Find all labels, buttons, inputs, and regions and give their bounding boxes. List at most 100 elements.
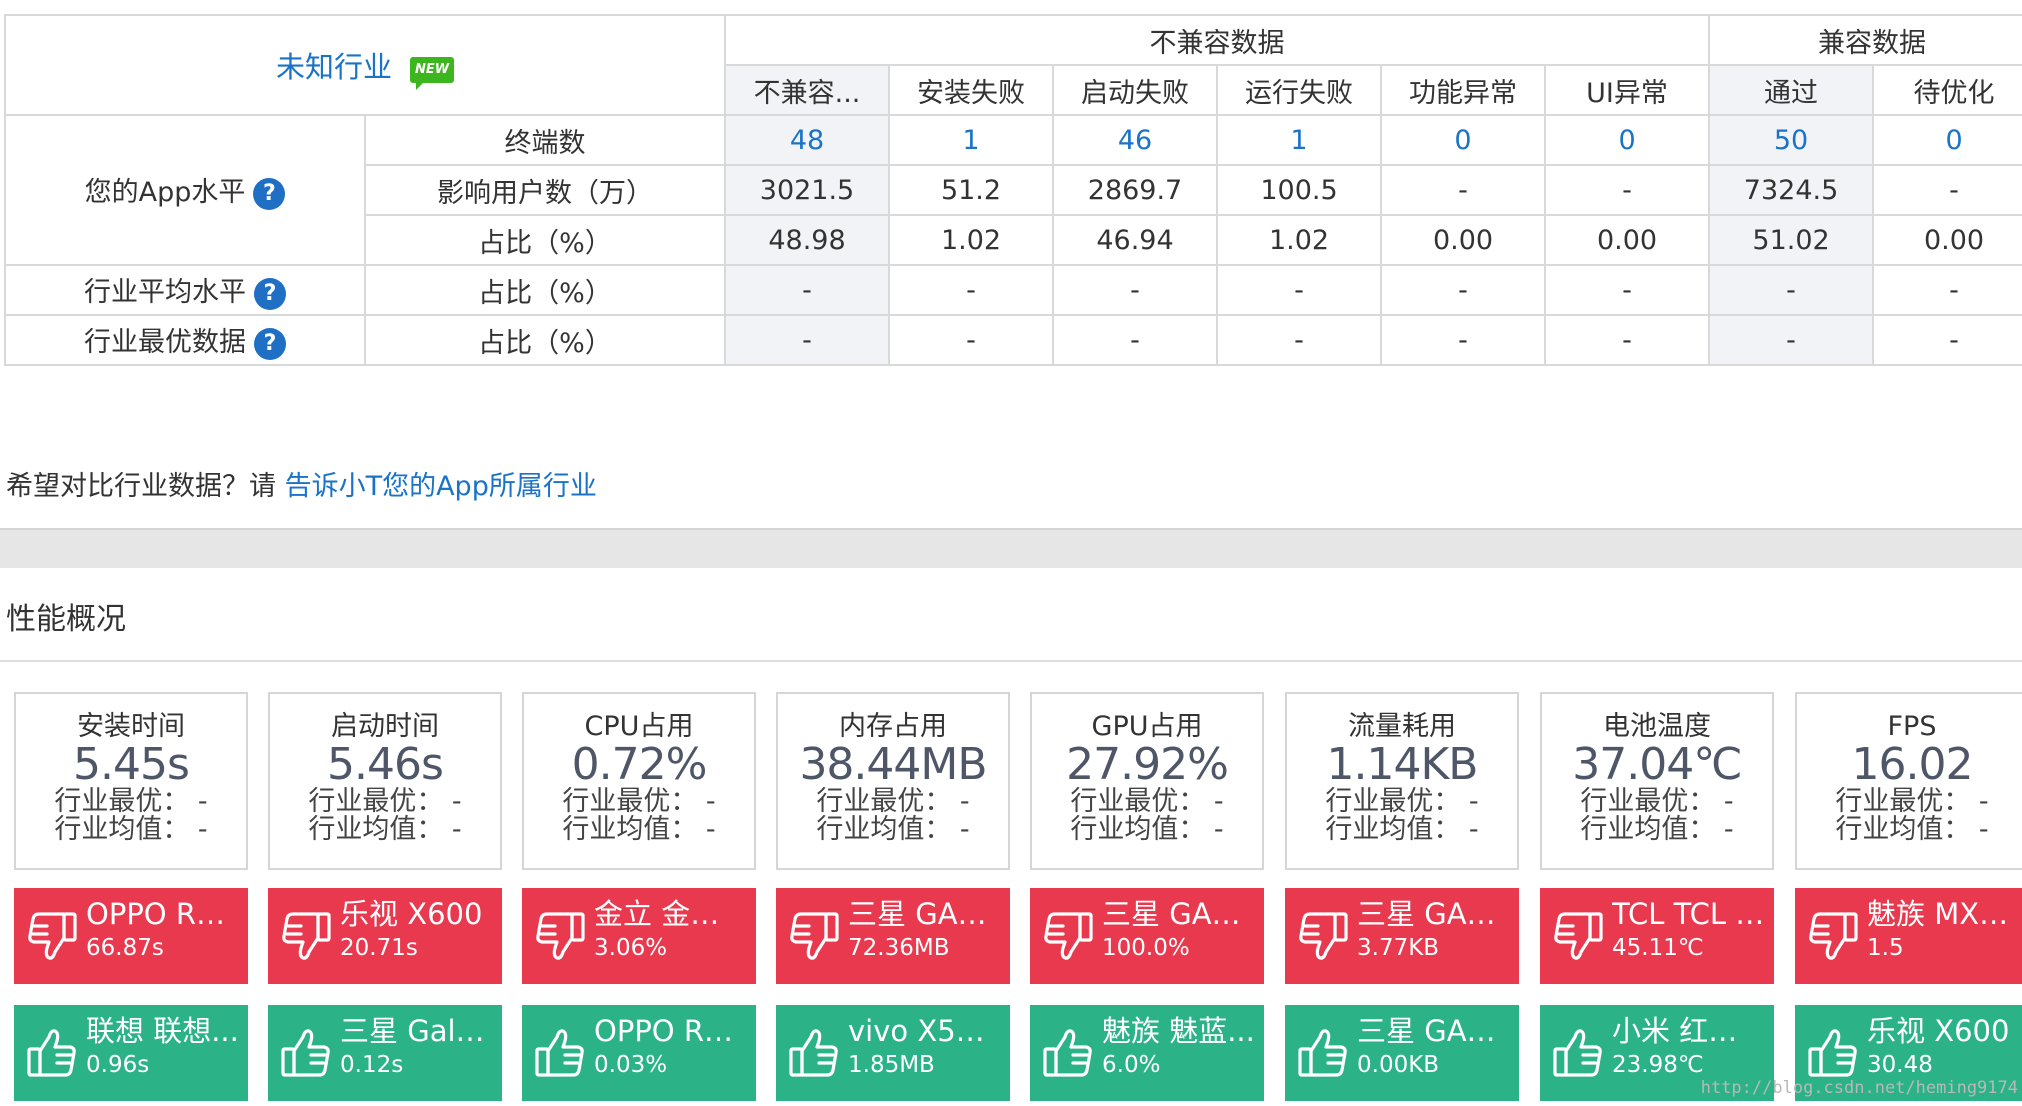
col-header[interactable]: 运行失败: [1216, 64, 1383, 116]
worst-device-tile[interactable]: 乐视 X600 20.71s: [268, 888, 502, 984]
metric-name: GPU占用: [1091, 711, 1203, 742]
table-cell: 0.00: [1872, 214, 2022, 266]
table-cell: -: [1052, 314, 1219, 366]
terminal-count-link[interactable]: 50: [1708, 114, 1875, 166]
terminal-count-link[interactable]: 1: [888, 114, 1055, 166]
industry-avg-row: 行业均值： -: [1287, 816, 1517, 844]
worst-device-tile[interactable]: 三星 GALA... 3.77KB: [1285, 888, 1519, 984]
industry-link[interactable]: 未知行业: [276, 50, 392, 84]
thumbs-up-icon: [278, 1025, 334, 1081]
metric-card[interactable]: 电池温度 37.04℃ 行业最优： - 行业均值： -: [1540, 692, 1774, 870]
best-device-tile[interactable]: OPPO R7P... 0.03%: [522, 1005, 756, 1101]
metric-value: 5.45s: [73, 739, 190, 790]
metric-value: 0.72%: [571, 739, 708, 790]
industry-avg-row: 行业均值： -: [1542, 816, 1772, 844]
industry-avg-value: -: [705, 814, 716, 845]
metric-card[interactable]: 内存占用 38.44MB 行业最优： - 行业均值： -: [776, 692, 1010, 870]
row-label: 占比（%）: [363, 314, 727, 366]
industry-avg-value: -: [1723, 814, 1734, 845]
industry-avg-label: 行业均值：: [54, 814, 190, 845]
metric-card[interactable]: 启动时间 5.46s 行业最优： - 行业均值： -: [268, 692, 502, 870]
metric-value: 1.14KB: [1326, 739, 1478, 790]
col-header[interactable]: 安装失败: [888, 64, 1055, 116]
device-value: 23.98℃: [1612, 1052, 1704, 1078]
device-value: 72.36MB: [848, 935, 950, 961]
device-value: 100.0%: [1102, 935, 1190, 961]
your-level-cell: 您的App水平?: [4, 114, 366, 266]
best-device-tile[interactable]: 魅族 魅蓝... 6.0%: [1030, 1005, 1264, 1101]
industry-avg-value: -: [959, 814, 970, 845]
question-circle-icon[interactable]: ?: [253, 177, 286, 210]
industry-best-label: 行业最优：: [1835, 786, 1971, 817]
col-header[interactable]: 通过: [1708, 64, 1875, 116]
worst-device-tile[interactable]: OPPO R1S... 66.87s: [14, 888, 248, 984]
col-header[interactable]: 启动失败: [1052, 64, 1219, 116]
terminal-count-link[interactable]: 0: [1380, 114, 1547, 166]
industry-avg-row: 行业均值： -: [270, 816, 500, 844]
set-industry-link[interactable]: 告诉小T您的App所属行业: [285, 471, 597, 502]
terminal-count-link[interactable]: 48: [724, 114, 891, 166]
best-device-tile[interactable]: 三星 GALA... 0.00KB: [1285, 1005, 1519, 1101]
question-circle-icon[interactable]: ?: [254, 327, 286, 360]
table-cell: -: [1380, 164, 1547, 216]
industry-avg-label: 行业均值：: [1580, 814, 1716, 845]
terminal-count-link[interactable]: 1: [1216, 114, 1383, 166]
metric-card[interactable]: CPU占用 0.72% 行业最优： - 行业均值： -: [522, 692, 756, 870]
thumbs-up-icon: [786, 1025, 842, 1081]
worst-device-tile[interactable]: 金立 金立M... 3.06%: [522, 888, 756, 984]
table-cell: 100.5: [1216, 164, 1383, 216]
col-header[interactable]: 待优化: [1872, 64, 2022, 116]
question-circle-icon[interactable]: ?: [254, 277, 286, 310]
table-cell: 1.02: [888, 214, 1055, 266]
terminal-count-link[interactable]: 0: [1544, 114, 1711, 166]
metric-value: 16.02: [1851, 739, 1974, 790]
table-row: 行业最优数据? 占比（%） - - - - - - - -: [4, 314, 2022, 366]
metric-card[interactable]: GPU占用 27.92% 行业最优： - 行业均值： -: [1030, 692, 1264, 870]
industry-cell: 未知行业 NEW: [3, 14, 727, 116]
group-incompat-header: 不兼容数据: [724, 14, 1711, 66]
industry-avg-row: 行业均值： -: [778, 816, 1008, 844]
compare-prefix: 希望对比行业数据？请: [6, 471, 285, 502]
metric-value: 37.04℃: [1572, 739, 1742, 790]
metric-card[interactable]: 流量耗用 1.14KB 行业最优： - 行业均值： -: [1285, 692, 1519, 870]
industry-avg-label: 行业均值：: [1835, 814, 1971, 845]
divider: [0, 660, 2022, 662]
thumbs-down-icon: [1040, 908, 1096, 964]
device-name: 魅族 MX3(...: [1867, 897, 2021, 931]
best-device-tile[interactable]: vivo X5Ma... 1.85MB: [776, 1005, 1010, 1101]
perf-section-title: 性能概况: [6, 602, 126, 637]
thumbs-down-icon: [1550, 908, 1606, 964]
col-header[interactable]: 不兼容...: [724, 64, 891, 116]
metric-value: 5.46s: [327, 739, 444, 790]
metric-value: 27.92%: [1066, 739, 1229, 790]
worst-device-tile[interactable]: TCL TCL id... 45.11℃: [1540, 888, 1774, 984]
thumbs-down-icon: [24, 908, 80, 964]
table-cell: -: [1872, 164, 2022, 216]
table-cell: -: [1708, 264, 1875, 316]
thumbs-up-icon: [532, 1025, 588, 1081]
col-header[interactable]: UI异常: [1544, 64, 1711, 116]
industry-best-label: 行业最优：: [1325, 786, 1461, 817]
device-name: TCL TCL id...: [1612, 897, 1766, 931]
terminal-count-link[interactable]: 0: [1872, 114, 2022, 166]
metric-card[interactable]: FPS 16.02 行业最优： - 行业均值： -: [1795, 692, 2022, 870]
industry-avg-value: -: [1978, 814, 1989, 845]
industry-best-row: 行业最优： -: [270, 788, 500, 816]
device-value: 0.12s: [340, 1052, 404, 1078]
col-header[interactable]: 功能异常: [1380, 64, 1547, 116]
worst-device-tile[interactable]: 魅族 MX3(... 1.5: [1795, 888, 2022, 984]
device-name: 联想 联想...: [86, 1014, 239, 1048]
worst-device-tile[interactable]: 三星 GALA... 72.36MB: [776, 888, 1010, 984]
terminal-count-link[interactable]: 46: [1052, 114, 1219, 166]
metric-card[interactable]: 安装时间 5.45s 行业最优： - 行业均值： -: [14, 692, 248, 870]
industry-avg-value: -: [451, 814, 462, 845]
best-device-tile[interactable]: 联想 联想... 0.96s: [14, 1005, 248, 1101]
row-label: 终端数: [363, 114, 727, 166]
device-value: 45.11℃: [1612, 935, 1704, 961]
worst-device-tile[interactable]: 三星 GALA... 100.0%: [1030, 888, 1264, 984]
row-label: 占比（%）: [363, 214, 727, 266]
new-badge: NEW: [410, 56, 455, 90]
metric-value: 38.44MB: [799, 739, 987, 790]
best-device-tile[interactable]: 三星 Gala... 0.12s: [268, 1005, 502, 1101]
industry-best-value: -: [1978, 786, 1989, 817]
